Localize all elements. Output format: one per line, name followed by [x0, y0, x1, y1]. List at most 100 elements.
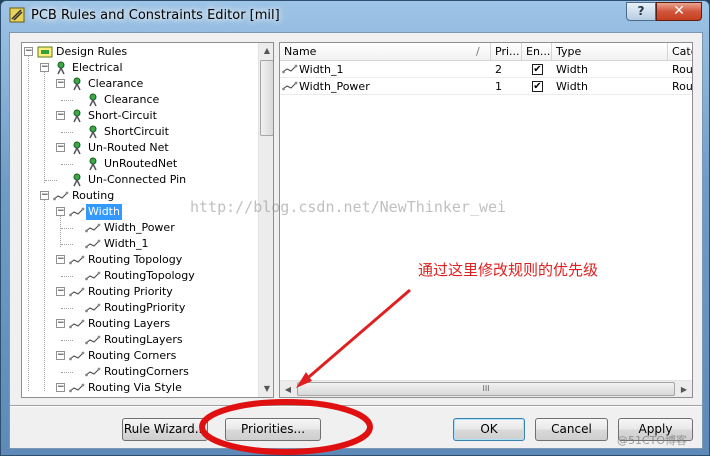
tree-item-clearance[interactable]: − Clearance — [22, 76, 256, 92]
tree-item-label: Clearance — [104, 93, 160, 106]
electrical-rule-icon — [89, 125, 97, 139]
collapse-toggle-icon[interactable]: − — [24, 47, 33, 56]
tree-item-label: Un-Connected Pin — [88, 173, 187, 186]
collapse-toggle-icon[interactable]: − — [56, 287, 65, 296]
rule-type: Width — [556, 63, 588, 76]
rule-enabled-checkbox[interactable]: ✔ — [532, 81, 543, 92]
collapse-toggle-icon[interactable]: − — [40, 63, 49, 72]
tree-item-un-routed-net[interactable]: − Un-Routed Net — [22, 140, 256, 156]
electrical-rule-icon — [89, 157, 97, 171]
tree-item-routingtopology[interactable]: RoutingTopology — [22, 268, 256, 284]
tree-item-label: RoutingLayers — [104, 333, 183, 346]
electrical-rule-icon — [73, 173, 81, 187]
routing-rule-icon — [85, 271, 101, 281]
tree-item-short-circuit[interactable]: − Short-Circuit — [22, 108, 256, 124]
routing-rule-icon — [69, 207, 85, 217]
electrical-rule-icon — [73, 77, 81, 91]
tree-connector — [61, 276, 73, 277]
tree-item-label: UnRoutedNet — [104, 157, 178, 170]
tree-item-un-connected-pin[interactable]: Un-Connected Pin — [22, 172, 256, 188]
scroll-down-arrow-icon[interactable]: ▼ — [259, 381, 273, 397]
scroll-left-arrow-icon[interactable]: ◀ — [280, 381, 296, 397]
column-header-type[interactable]: Type — [552, 43, 668, 61]
client-area: − Design Rules − Electrical − Clearance Cleara… — [9, 32, 703, 449]
scroll-thumb[interactable]: III — [297, 382, 675, 396]
scroll-thumb[interactable] — [260, 60, 273, 136]
tree-item-routingcorners[interactable]: RoutingCorners — [22, 364, 256, 380]
priorities-button[interactable]: Priorities... — [225, 418, 321, 441]
sort-indicator-icon: / — [476, 45, 480, 58]
column-header-category[interactable]: Cate — [668, 43, 692, 61]
routing-rule-icon — [69, 351, 85, 361]
help-button[interactable]: ? — [626, 2, 656, 21]
electrical-rule-icon — [73, 109, 81, 123]
tree-connector — [61, 372, 73, 373]
tree-item-label: Un-Routed Net — [88, 141, 169, 154]
ok-button[interactable]: OK — [453, 418, 525, 441]
rules-tree[interactable]: − Design Rules − Electrical − Clearance Cleara… — [21, 42, 274, 398]
tree-item-routing-priority[interactable]: − Routing Priority — [22, 284, 256, 300]
tree-item-routinglayers[interactable]: RoutingLayers — [22, 332, 256, 348]
tree-connector — [61, 308, 73, 309]
collapse-toggle-icon[interactable]: − — [56, 79, 65, 88]
tree-item-label: RoutingPriority — [104, 301, 186, 314]
tree-connector — [61, 100, 73, 101]
tree-item-routing-topology[interactable]: − Routing Topology — [22, 252, 256, 268]
rule-priority: 2 — [495, 63, 502, 76]
tree-item-width-1[interactable]: Width_1 — [22, 236, 256, 252]
routing-rule-icon — [85, 223, 101, 233]
tree-item-clearance[interactable]: Clearance — [22, 92, 256, 108]
tree-item-unroutednet[interactable]: UnRoutedNet — [22, 156, 256, 172]
rules-editor-window: PCB Rules and Constraints Editor [mil] ?… — [0, 0, 710, 456]
tree-item-routing-layers[interactable]: − Routing Layers — [22, 316, 256, 332]
scroll-up-arrow-icon[interactable]: ▲ — [259, 43, 273, 59]
collapse-toggle-icon[interactable]: − — [56, 255, 65, 264]
collapse-toggle-icon[interactable]: − — [56, 319, 65, 328]
rule-type: Width — [556, 80, 588, 93]
cancel-button[interactable]: Cancel — [535, 418, 608, 441]
collapse-toggle-icon[interactable]: − — [56, 383, 65, 392]
collapse-toggle-icon[interactable]: − — [56, 111, 65, 120]
tree-item-electrical[interactable]: − Electrical — [22, 60, 256, 76]
rule-wizard-button[interactable]: Rule Wizard... — [122, 418, 208, 441]
close-button[interactable]: ✕ — [656, 2, 702, 21]
table-row[interactable]: Width_1 2 ✔ Width Rout — [280, 61, 692, 78]
tree-item-label: ShortCircuit — [104, 125, 169, 138]
tree-connector — [61, 228, 73, 229]
tree-vertical-scrollbar[interactable]: ▲ ▼ — [258, 43, 273, 397]
tree-item-label: RoutingCorners — [104, 365, 189, 378]
grid-header: Name / Pri... En... Type Cate — [280, 43, 692, 61]
tree-connector — [61, 340, 73, 341]
collapse-toggle-icon[interactable]: − — [40, 191, 49, 200]
tree-connector — [61, 244, 73, 245]
tree-item-label: Design Rules — [56, 45, 128, 58]
routing-rule-icon — [85, 303, 101, 313]
column-header-enabled[interactable]: En... — [522, 43, 552, 61]
scroll-right-arrow-icon[interactable]: ▶ — [676, 381, 692, 397]
tree-item-routingpriority[interactable]: RoutingPriority — [22, 300, 256, 316]
tree-item-shortcircuit[interactable]: ShortCircuit — [22, 124, 256, 140]
tree-item-routing-corners[interactable]: − Routing Corners — [22, 348, 256, 364]
grid-horizontal-scrollbar[interactable]: ◀ III ▶ — [280, 380, 692, 397]
table-row[interactable]: Width_Power 1 ✔ Width Rout — [280, 78, 692, 95]
tree-item-design-rules[interactable]: − Design Rules — [22, 44, 256, 60]
tree-item-label: Routing Corners — [88, 349, 177, 362]
tree-item-label: Width_Power — [104, 221, 175, 234]
column-header-priority[interactable]: Pri... — [491, 43, 522, 61]
tree-item-label: Routing Via Style — [88, 381, 182, 394]
electrical-rule-icon — [73, 141, 81, 155]
rule-category: Rout — [672, 80, 693, 93]
tree-item-label: Routing Layers — [88, 317, 171, 330]
collapse-toggle-icon[interactable]: − — [56, 207, 65, 216]
electrical-rule-icon — [89, 93, 97, 107]
corner-watermark: @51CTO博客 — [617, 434, 688, 447]
electrical-rule-icon — [57, 61, 65, 75]
column-header-name[interactable]: Name — [280, 43, 491, 61]
rule-enabled-checkbox[interactable]: ✔ — [532, 64, 543, 75]
collapse-toggle-icon[interactable]: − — [56, 143, 65, 152]
tree-item-routing-via-style[interactable]: − Routing Via Style — [22, 380, 256, 396]
collapse-toggle-icon[interactable]: − — [56, 351, 65, 360]
tree-item-width-power[interactable]: Width_Power — [22, 220, 256, 236]
rules-grid[interactable]: Name / Pri... En... Type Cate Width_1 2 … — [279, 42, 693, 398]
title-bar[interactable]: PCB Rules and Constraints Editor [mil] ?… — [1, 1, 709, 33]
